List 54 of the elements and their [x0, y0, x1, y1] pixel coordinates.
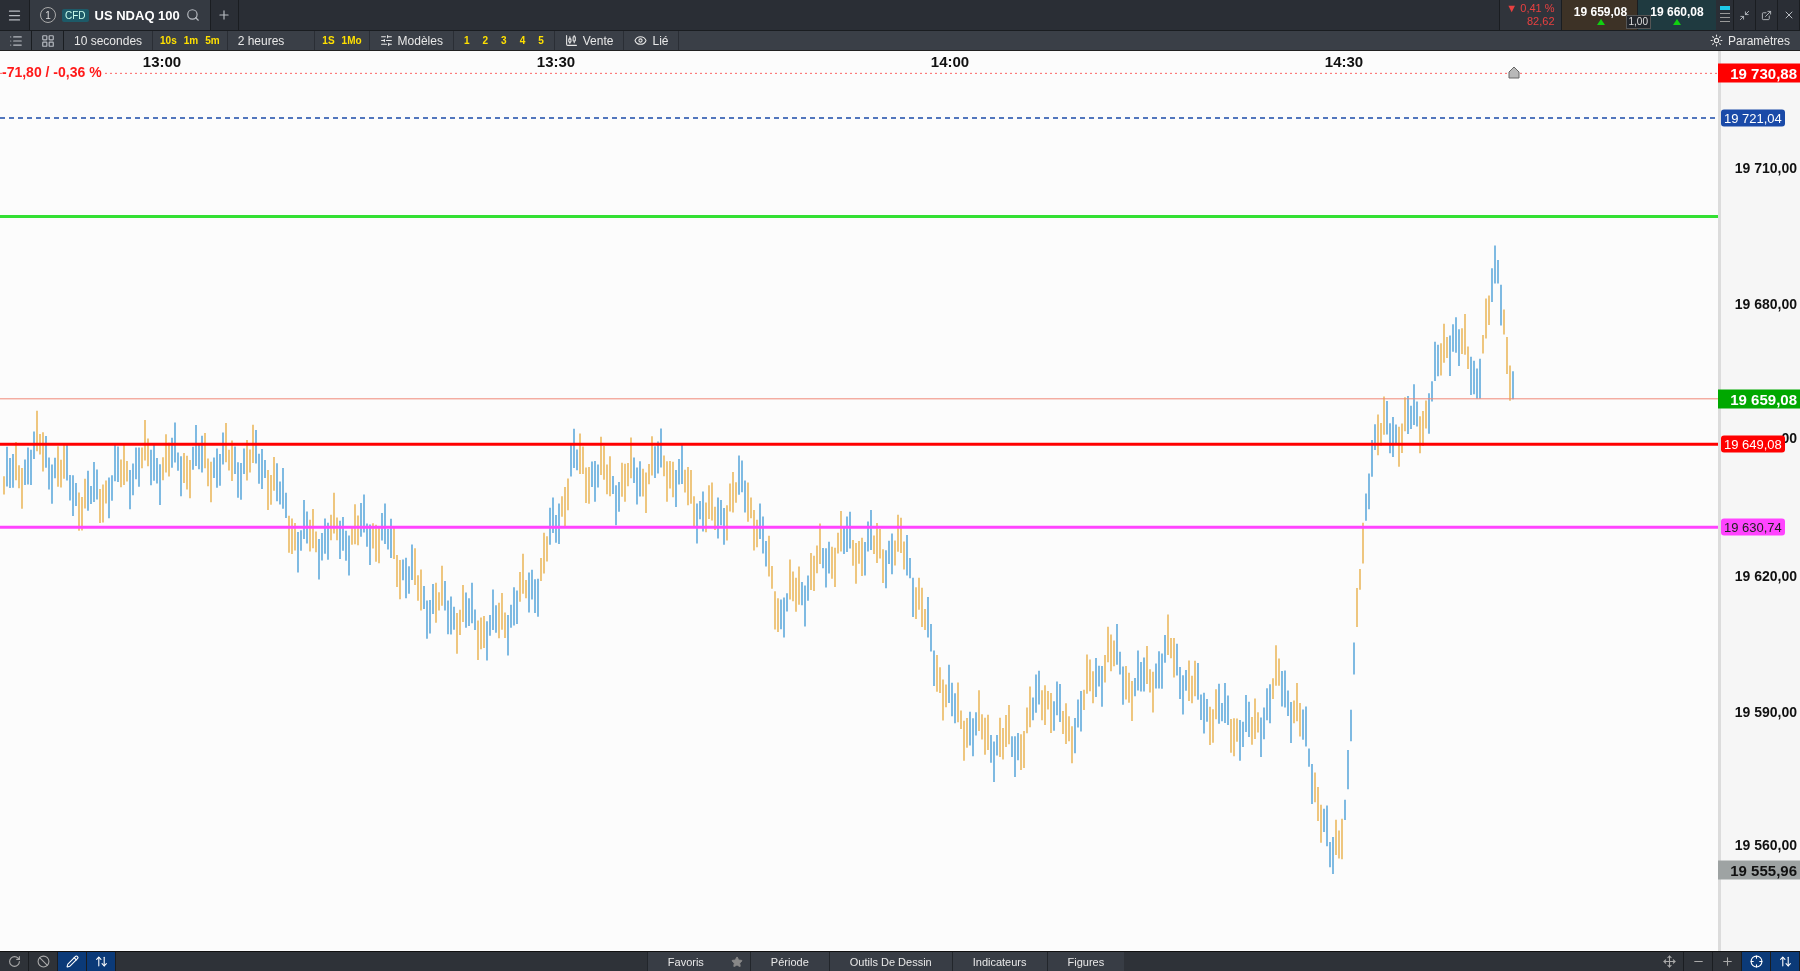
settings-button[interactable]: Paramètres [1699, 31, 1800, 50]
vertical-arrows-icon[interactable] [87, 952, 116, 971]
level-line[interactable] [0, 117, 1718, 119]
template-slot[interactable]: 1 [458, 35, 475, 46]
price-level-label: 19 649,08 [1721, 435, 1785, 453]
template-slot[interactable]: 5 [533, 35, 549, 46]
template-slot[interactable]: 2 [477, 35, 494, 46]
range-selector[interactable]: 2 heures [227, 31, 316, 50]
template-slot[interactable]: 4 [514, 35, 531, 46]
range-shortcut[interactable]: 1Mo [339, 35, 364, 46]
bottom-tab[interactable]: Indicateurs [951, 952, 1047, 971]
bottom-tab[interactable]: Période [749, 952, 829, 971]
time-label: 13:00 [142, 53, 182, 70]
bottom-tab[interactable]: Outils De Dessin [828, 952, 952, 971]
templates-button[interactable]: Modèles [369, 31, 454, 50]
mode-button[interactable]: Vente [554, 31, 625, 50]
time-label: 14:00 [930, 53, 970, 70]
price-level-label: 19 721,04 [1721, 109, 1785, 127]
interval-shortcut[interactable]: 10s [158, 35, 179, 46]
bottom-tab[interactable]: Figures [1046, 952, 1125, 971]
alert-marker-icon[interactable] [1508, 66, 1520, 79]
price-level-label: 19 555,96 [1718, 860, 1800, 880]
link-button[interactable]: Lié [624, 31, 680, 50]
bottom-tab[interactable]: Favoris [646, 952, 724, 971]
change-percent: ▼ 0,41 % [1506, 2, 1555, 15]
interval-shortcut[interactable]: 1m [181, 35, 201, 46]
time-label: 13:30 [536, 53, 576, 70]
vertical-arrows-icon[interactable] [1771, 952, 1800, 971]
range-shortcut[interactable]: 1S [320, 35, 337, 46]
template-slot[interactable]: 3 [496, 35, 512, 46]
instrument-tab[interactable]: 1 CFD US NDAQ 100 [30, 0, 211, 30]
candlestick-icon [564, 34, 578, 47]
cfd-badge: CFD [62, 8, 89, 22]
price-level-label: 19 659,08 [1718, 389, 1800, 409]
up-triangle-icon [1596, 19, 1605, 25]
price-tick-label: 19 680,00 [1734, 296, 1797, 312]
search-icon[interactable] [185, 8, 200, 22]
pencil-icon[interactable] [58, 952, 87, 971]
price-level-label: 19 630,74 [1721, 518, 1785, 536]
change-label: -71,80 / -0,36 % [2, 64, 102, 81]
eye-icon [634, 34, 648, 47]
price-level-label: 19 730,88 [1718, 63, 1800, 83]
time-label: 14:30 [1324, 53, 1364, 70]
up-triangle-icon [1673, 19, 1681, 25]
sliders-icon [379, 34, 393, 47]
instrument-name: US NDAQ 100 [94, 7, 180, 23]
crosshair-icon[interactable] [1742, 952, 1771, 971]
interval-selector[interactable]: 10 secondes [64, 31, 154, 50]
level-line[interactable] [0, 442, 1718, 446]
settings-icon [1709, 34, 1723, 47]
price-tick-label: 19 710,00 [1734, 160, 1797, 176]
interval-shortcut[interactable]: 5m [203, 35, 222, 46]
change-points: 82,62 [1527, 15, 1555, 28]
spread-value: 1,00 [1625, 15, 1651, 29]
